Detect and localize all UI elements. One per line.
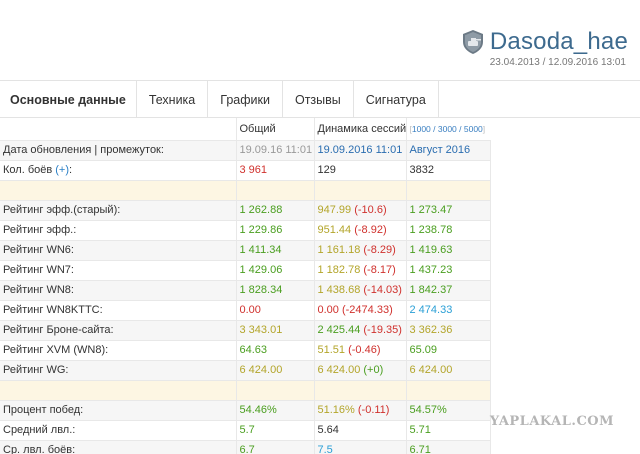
cell-session: 6 424.00 (+0) — [314, 360, 407, 381]
section-divider — [0, 380, 640, 401]
cell-total: 1 262.88 — [236, 200, 315, 221]
cell-month: 54.57% — [406, 400, 491, 421]
row-label: Дата обновления | промежуток: — [0, 140, 237, 161]
row-label: Рейтинг WG: — [0, 360, 237, 381]
table-row: Ср. лвл. боёв: 6.7 7.5 6.71 — [0, 440, 640, 454]
cell-month: 6 424.00 — [406, 360, 491, 381]
row-label: Рейтинг WN8: — [0, 280, 237, 301]
cell-total: 64.63 — [236, 340, 315, 361]
cell-session: 1 182.78 (-8.17) — [314, 260, 407, 281]
player-title: Dasoda_hae — [462, 28, 628, 56]
account-dates: 23.04.2013 / 12.09.2016 13:01 — [489, 57, 626, 68]
cell-total: 3 343.01 — [236, 320, 315, 341]
cell-total: 54.46% — [236, 400, 315, 421]
cell-month: 1 437.23 — [406, 260, 491, 281]
cell-total: 19.09.16 11:01 — [236, 140, 315, 161]
battles-plus-link[interactable]: (+) — [55, 164, 69, 176]
row-label: Средний лвл.: — [0, 420, 237, 441]
cell-total: 1 229.86 — [236, 220, 315, 241]
site-watermark: YAPLAKAL.COM — [489, 414, 614, 429]
table-row: Рейтинг XVM (WN8): 64.63 51.51 (-0.46) 6… — [0, 340, 640, 361]
cell-session: 51.51 (-0.46) — [314, 340, 407, 361]
profile-tabs: Основные данные Техника Графики Отзывы С… — [0, 80, 640, 118]
table-row: Рейтинг WN8: 1 828.34 1 438.68 (-14.03) … — [0, 280, 640, 301]
table-row: Рейтинг WN7: 1 429.06 1 182.78 (-8.17) 1… — [0, 260, 640, 281]
table-row: Дата обновления | промежуток: 19.09.16 1… — [0, 140, 640, 161]
cell-total: 6.7 — [236, 440, 315, 454]
row-label: Рейтинг XVM (WN8): — [0, 340, 237, 361]
column-header-session: Динамика сессий — [314, 118, 407, 141]
section-divider — [0, 180, 640, 201]
tab-signature[interactable]: Сигнатура — [354, 81, 439, 118]
cell-session: 5.64 — [314, 420, 407, 441]
cell-session: 1 438.68 (-14.03) — [314, 280, 407, 301]
tab-vehicles[interactable]: Техника — [137, 81, 209, 118]
cell-total: 1 429.06 — [236, 260, 315, 281]
cell-total: 1 828.34 — [236, 280, 315, 301]
range-selector-link[interactable]: 1000 / 3000 / 5000 — [412, 124, 483, 134]
table-row: Рейтинг WN6: 1 411.34 1 161.18 (-8.29) 1… — [0, 240, 640, 261]
cell-total: 3 961 — [236, 160, 315, 181]
row-label: Рейтинг эфф.: — [0, 220, 237, 241]
table-row: Рейтинг эфф.(старый): 1 262.88 947.99 (-… — [0, 200, 640, 221]
profile-header: Dasoda_hae 23.04.2013 / 12.09.2016 13:01 — [0, 0, 640, 80]
cell-month: 1 419.63 — [406, 240, 491, 261]
row-label: Рейтинг эфф.(старый): — [0, 200, 237, 221]
cell-month: 1 273.47 — [406, 200, 491, 221]
cell-month: Август 2016 — [406, 140, 491, 161]
cell-total: 0.00 — [236, 300, 315, 321]
cell-total: 1 411.34 — [236, 240, 315, 261]
column-header-total: Общий — [236, 118, 315, 141]
cell-total: 6 424.00 — [236, 360, 315, 381]
tab-reviews[interactable]: Отзывы — [283, 81, 354, 118]
tank-emblem-icon — [462, 30, 483, 54]
cell-session: 7.5 — [314, 440, 407, 454]
tab-main-data[interactable]: Основные данные — [0, 81, 137, 118]
cell-session: 951.44 (-8.92) — [314, 220, 407, 241]
column-header-range: [1000 / 3000 / 5000] — [406, 118, 490, 141]
cell-session: 2 425.44 (-19.35) — [314, 320, 407, 341]
cell-month: 5.71 — [406, 420, 491, 441]
cell-session: 51.16% (-0.11) — [314, 400, 407, 421]
table-header-row: Общий Динамика сессий [1000 / 3000 / 500… — [0, 118, 640, 141]
cell-total: 5.7 — [236, 420, 315, 441]
row-label: Рейтинг WN6: — [0, 240, 237, 261]
cell-session: 129 — [314, 160, 407, 181]
cell-session: 0.00 (-2474.33) — [314, 300, 407, 321]
cell-session: 19.09.2016 11:01 — [314, 140, 407, 161]
row-label: Рейтинг WN7: — [0, 260, 237, 281]
row-label: Процент побед: — [0, 400, 237, 421]
row-label: Кол. боёв (+): — [0, 160, 237, 181]
cell-session: 947.99 (-10.6) — [314, 200, 407, 221]
cell-month: 1 842.37 — [406, 280, 491, 301]
table-row: Рейтинг WG: 6 424.00 6 424.00 (+0) 6 424… — [0, 360, 640, 381]
table-row: Рейтинг эфф.: 1 229.86 951.44 (-8.92) 1 … — [0, 220, 640, 241]
player-name: Dasoda_hae — [489, 28, 628, 55]
stats-table: Общий Динамика сессий [1000 / 3000 / 500… — [0, 118, 640, 454]
row-label: Ср. лвл. боёв: — [0, 440, 237, 454]
cell-month: 1 238.78 — [406, 220, 491, 241]
table-row: Рейтинг WN8KTTC: 0.00 0.00 (-2474.33) 2 … — [0, 300, 640, 321]
cell-month: 3 362.36 — [406, 320, 491, 341]
row-label: Рейтинг Броне-сайта: — [0, 320, 237, 341]
cell-month: 65.09 — [406, 340, 491, 361]
cell-month: 6.71 — [406, 440, 491, 454]
tab-graphs[interactable]: Графики — [208, 81, 283, 118]
cell-month: 2 474.33 — [406, 300, 491, 321]
cell-month: 3832 — [406, 160, 491, 181]
table-row: Рейтинг Броне-сайта: 3 343.01 2 425.44 (… — [0, 320, 640, 341]
table-row: Кол. боёв (+): 3 961 129 3832 — [0, 160, 640, 181]
row-label: Рейтинг WN8KTTC: — [0, 300, 237, 321]
cell-session: 1 161.18 (-8.29) — [314, 240, 407, 261]
